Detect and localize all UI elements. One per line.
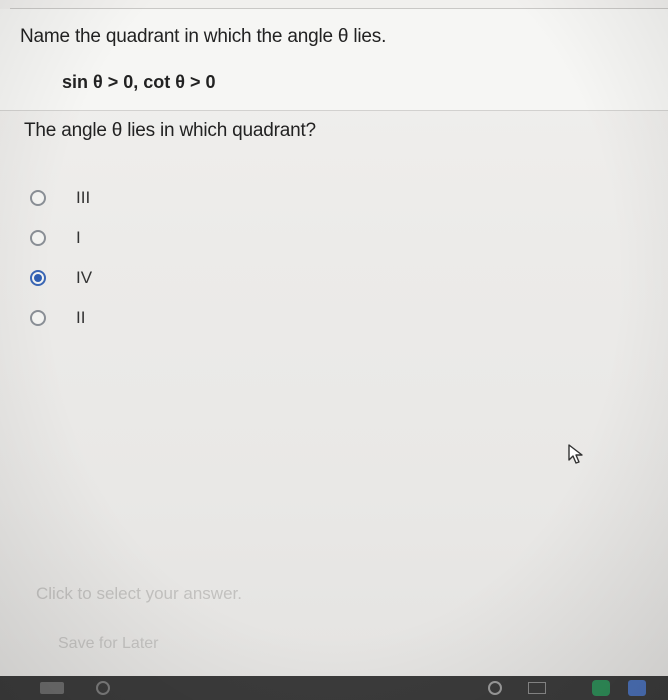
app-icon-green[interactable] (592, 680, 610, 696)
save-for-later-button[interactable]: Save for Later (58, 635, 159, 653)
option-3[interactable]: II (30, 298, 92, 338)
taskbar (0, 676, 668, 700)
question-panel: Name the quadrant in which the angle θ l… (0, 9, 668, 111)
option-1[interactable]: I (30, 218, 92, 258)
option-label: IV (76, 268, 93, 287)
question-text: Name the quadrant in which the angle θ l… (20, 26, 387, 47)
window-icon[interactable] (528, 682, 546, 694)
option-2[interactable]: IV (30, 258, 92, 298)
select-answer-hint: Click to select your answer. (36, 584, 242, 603)
search-icon[interactable] (96, 681, 110, 695)
radio-button[interactable] (30, 190, 46, 206)
option-0[interactable]: III (30, 178, 92, 218)
option-label: II (76, 308, 86, 327)
condition-expression: sin θ > 0, cot θ > 0 (62, 72, 216, 92)
radio-button-selected[interactable] (30, 270, 46, 286)
radio-button[interactable] (30, 310, 46, 326)
screen: Name the quadrant in which the angle θ l… (0, 0, 668, 700)
radio-button[interactable] (30, 230, 46, 246)
answer-options: III I IV II (30, 178, 92, 338)
option-label: I (76, 228, 81, 247)
refresh-icon[interactable] (488, 681, 502, 695)
option-label: III (76, 188, 91, 207)
app-icon-blue[interactable] (628, 680, 646, 696)
mouse-pointer-icon (568, 444, 583, 464)
answer-prompt: The angle θ lies in which quadrant? (24, 120, 316, 141)
taskbar-app-icon[interactable] (40, 682, 64, 694)
